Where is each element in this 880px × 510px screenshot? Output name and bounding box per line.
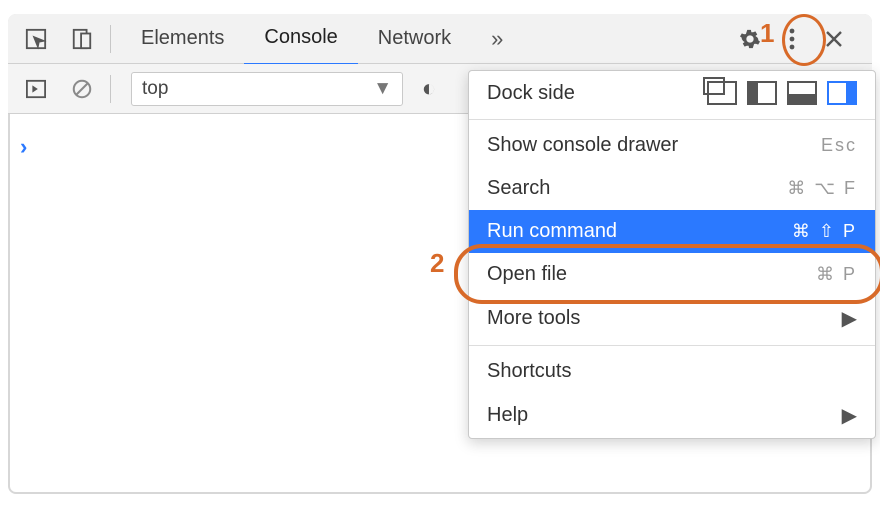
shortcut: ⌘ ⌥ F — [787, 178, 857, 199]
menu-dock-side: Dock side — [469, 71, 875, 115]
execution-context-icon[interactable] — [18, 71, 54, 107]
submenu-arrow-icon: ▶ — [842, 306, 857, 331]
close-devtools-icon[interactable] — [816, 21, 852, 57]
menu-more-tools[interactable]: More tools ▶ — [469, 296, 875, 341]
settings-icon[interactable] — [732, 21, 768, 57]
menu-shortcuts[interactable]: Shortcuts — [469, 350, 875, 393]
context-value: top — [142, 78, 168, 100]
dock-bottom-icon[interactable] — [787, 81, 817, 105]
tabs-overflow-icon[interactable]: » — [471, 14, 523, 64]
menu-separator — [469, 345, 875, 346]
live-expression-icon[interactable]: ◐ — [411, 71, 447, 107]
inspect-element-icon[interactable] — [18, 21, 54, 57]
menu-show-console-drawer[interactable]: Show console drawer Esc — [469, 124, 875, 167]
more-options-icon[interactable] — [774, 21, 810, 57]
dock-side-label: Dock side — [487, 82, 575, 105]
submenu-arrow-icon: ▶ — [842, 403, 857, 428]
dock-right-icon[interactable] — [827, 81, 857, 105]
context-selector[interactable]: top ▼ — [131, 72, 403, 106]
device-toggle-icon[interactable] — [64, 21, 100, 57]
menu-run-command[interactable]: Run command ⌘ ⇧ P — [469, 210, 875, 253]
divider — [110, 25, 111, 53]
shortcut: ⌘ P — [816, 264, 857, 285]
menu-separator — [469, 119, 875, 120]
menu-help[interactable]: Help ▶ — [469, 393, 875, 438]
tab-network[interactable]: Network — [358, 14, 471, 64]
console-prompt: › — [20, 134, 27, 159]
shortcut: ⌘ ⇧ P — [792, 221, 857, 242]
shortcut: Esc — [821, 135, 857, 156]
dock-left-icon[interactable] — [747, 81, 777, 105]
tab-elements[interactable]: Elements — [121, 14, 244, 64]
menu-search[interactable]: Search ⌘ ⌥ F — [469, 167, 875, 210]
main-menu: Dock side Show console drawer Esc Search… — [468, 70, 876, 439]
clear-console-icon[interactable] — [64, 71, 100, 107]
divider — [110, 75, 111, 103]
menu-open-file[interactable]: Open file ⌘ P — [469, 253, 875, 296]
chevron-down-icon: ▼ — [373, 78, 392, 100]
tab-bar: Elements Console Network » — [8, 14, 872, 64]
dock-undock-icon[interactable] — [707, 81, 737, 105]
tab-console[interactable]: Console — [244, 13, 357, 66]
